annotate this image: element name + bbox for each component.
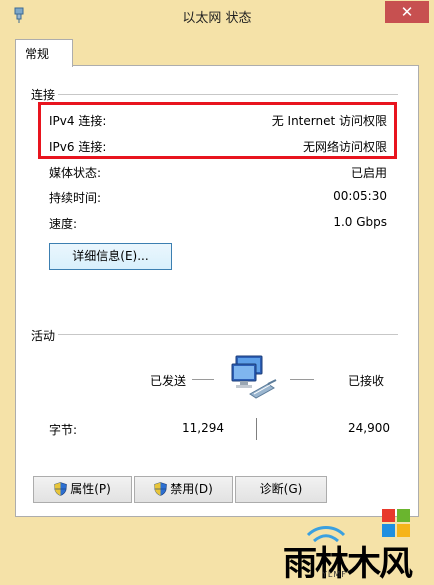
watermark-subtext: YLMF [322, 570, 347, 579]
sent-dash [192, 379, 214, 380]
properties-button-label: 属性(P) [70, 482, 111, 496]
received-dash [290, 379, 314, 380]
media-state-label: 媒体状态: [49, 166, 102, 180]
ipv4-value: 无 Internet 访问权限 [271, 114, 387, 128]
disable-button[interactable]: 禁用(D) [134, 476, 233, 503]
uac-shield-icon [54, 482, 68, 496]
close-button[interactable]: ✕ [385, 1, 429, 23]
connection-divider [58, 94, 398, 95]
received-label: 已接收 [348, 374, 385, 388]
sent-label: 已发送 [150, 374, 187, 388]
network-computers-icon [231, 355, 277, 399]
tab-general[interactable]: 常规 [15, 39, 73, 67]
details-button[interactable]: 详细信息(E)... [49, 243, 172, 270]
ipv6-value: 无网络访问权限 [302, 140, 387, 154]
activity-group-label: 活动 [31, 329, 56, 343]
connection-group-label: 连接 [31, 88, 56, 102]
ipv4-label: IPv4 连接: [49, 114, 107, 128]
ipv6-label: IPv6 连接: [49, 140, 107, 154]
media-state-value: 已启用 [350, 166, 387, 180]
watermark-text: 雨林木风 [283, 544, 413, 584]
uac-shield-icon [154, 482, 168, 496]
speed-value: 1.0 Gbps [333, 215, 387, 229]
diagnose-button[interactable]: 诊断(G) [235, 476, 327, 503]
window-title: 以太网 状态 [182, 11, 252, 26]
bytes-received-value: 24,900 [348, 421, 390, 435]
duration-label: 持续时间: [49, 191, 102, 205]
bytes-separator [256, 418, 257, 440]
duration-value: 00:05:30 [333, 189, 387, 203]
title-bar[interactable]: 以太网 状态 ✕ [0, 0, 434, 31]
speed-label: 速度: [49, 217, 78, 231]
properties-button[interactable]: 属性(P) [33, 476, 132, 503]
bytes-label: 字节: [49, 423, 78, 437]
bytes-sent-value: 11,294 [182, 421, 224, 435]
tab-general-label: 常规 [25, 47, 50, 61]
disable-button-label: 禁用(D) [170, 482, 213, 496]
activity-divider [58, 334, 398, 335]
